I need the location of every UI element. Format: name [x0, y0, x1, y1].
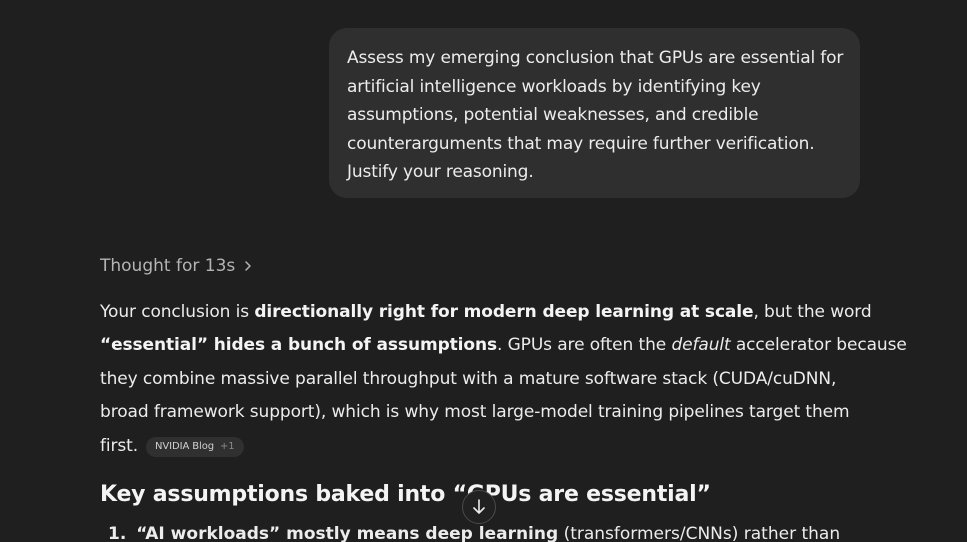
answer-line: broad framework support), which is why m…: [100, 402, 850, 423]
user-message-line: assumptions, potential weaknesses, and c…: [347, 105, 759, 126]
answer-italic-text: default: [671, 335, 731, 356]
answer-text: , but the word: [753, 302, 872, 322]
thought-label: Thought for 13s: [100, 256, 236, 276]
list-item-number: 1.: [108, 524, 127, 542]
chat-page: Assess my emerging conclusion that GPUs …: [0, 0, 967, 542]
answer-bold-text: “essential” hides a bunch of assumptions: [100, 335, 497, 356]
citation-chip[interactable]: NVIDIA Blog +1: [146, 436, 244, 457]
user-message-line: artificial intelligence workloads by ide…: [347, 76, 761, 97]
citation-source: NVIDIA Blog: [155, 440, 214, 452]
answer-text: Your conclusion is: [100, 302, 255, 322]
arrow-down-icon: [473, 499, 485, 514]
answer-line: first. NVIDIA Blog +1: [100, 430, 870, 463]
scroll-to-bottom-button[interactable]: [462, 490, 496, 524]
user-message-line: Assess my emerging conclusion that GPUs …: [347, 48, 844, 68]
assistant-answer: Your conclusion is directionally right f…: [100, 296, 907, 463]
answer-text: first.: [100, 435, 139, 456]
user-message-line: Justify your reasoning.: [347, 162, 534, 183]
citation-more-count: +1: [219, 440, 235, 452]
answer-bold-text: directionally right for modern deep lear…: [254, 302, 754, 322]
chevron-right-icon: [245, 261, 251, 271]
answer-text: . GPUs are often the: [497, 335, 672, 356]
user-message-line: counterarguments that may require furthe…: [347, 133, 815, 154]
section-heading: Key assumptions baked into “GPUs are ess…: [100, 482, 711, 507]
list-item-bold-text: “AI workloads” mostly means deep learnin…: [136, 524, 559, 542]
answer-line: Your conclusion is directionally right f…: [100, 296, 872, 329]
thought-toggle[interactable]: Thought for 13s: [100, 253, 253, 279]
answer-text: accelerator because: [730, 335, 907, 356]
list-item-text: (transformers/CNNs) rather than: [558, 524, 841, 542]
user-message-bubble: Assess my emerging conclusion that GPUs …: [329, 28, 860, 198]
answer-line: “essential” hides a bunch of assumptions…: [100, 329, 907, 362]
list-item: 1. “AI workloads” mostly means deep learn…: [108, 524, 840, 542]
answer-line: they combine massive parallel throughput…: [100, 368, 837, 389]
